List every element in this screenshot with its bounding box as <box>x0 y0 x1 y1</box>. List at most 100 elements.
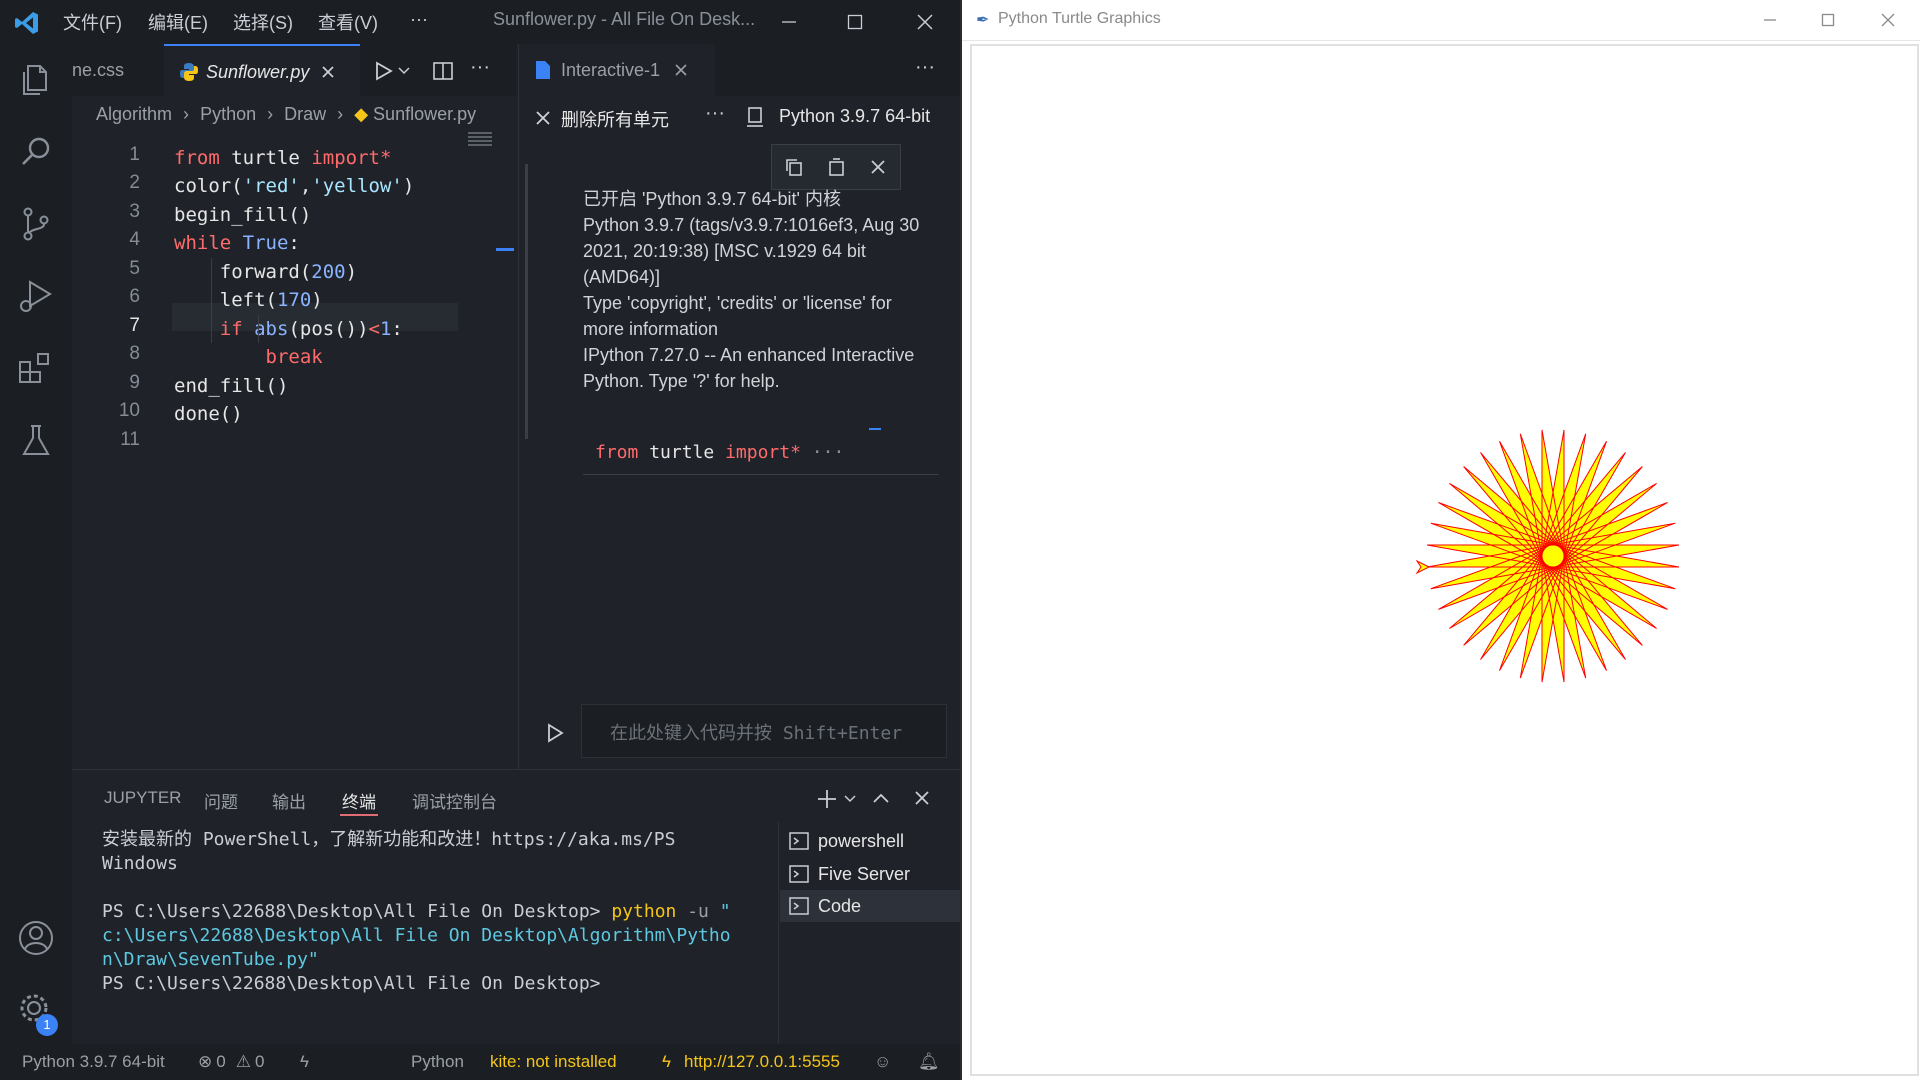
turtle-canvas[interactable] <box>970 44 1919 1076</box>
terminal-item-code[interactable]: Code <box>780 890 960 922</box>
status-bar: Python 3.9.7 64-bit ⊗ 0 ⚠ 0 ϟ Python kite:… <box>0 1044 960 1080</box>
output-line: 2021, 20:19:38) [MSC v.1929 64 bit <box>583 241 866 261</box>
minimize-button[interactable] <box>756 0 822 44</box>
kernel-selector[interactable]: Python 3.9.7 64-bit <box>779 106 930 127</box>
output-line: Python 3.9.7 (tags/v3.9.7:1016ef3, Aug 3… <box>583 215 920 235</box>
line-number: 7 <box>129 315 140 336</box>
minimap[interactable] <box>468 132 492 146</box>
menu-file[interactable]: 文件(F) <box>63 9 122 35</box>
terminal-name: Code <box>818 895 862 916</box>
minimize-icon[interactable] <box>1762 12 1778 28</box>
more-actions-icon[interactable]: ··· <box>470 56 490 79</box>
language-mode[interactable]: Python <box>411 1052 464 1072</box>
testing-icon[interactable] <box>14 418 58 462</box>
terminal-line: n\Draw\SevenTube.py" <box>102 949 319 970</box>
menu-edit[interactable]: 编辑(E) <box>148 9 208 35</box>
notification-badge: 1 <box>36 1014 58 1036</box>
problems-status[interactable]: ⊗ 0 ⚠ 0 <box>198 1052 264 1072</box>
close-panel-icon[interactable] <box>914 790 930 806</box>
code-input[interactable]: 在此处键入代码并按 Shift+Enter <box>581 704 947 758</box>
menu-more[interactable]: ··· <box>410 9 428 30</box>
tab-label: Sunflower.py <box>206 61 310 82</box>
source-control-icon[interactable] <box>14 202 58 246</box>
split-editor-icon[interactable] <box>432 60 454 82</box>
run-icon[interactable] <box>372 60 394 82</box>
tab-ne-css[interactable]: ne.css <box>72 44 162 96</box>
line-number: 4 <box>129 229 140 250</box>
line-number: 9 <box>129 372 140 393</box>
terminal-item-five-server[interactable]: Five Server <box>780 859 960 889</box>
menu-view[interactable]: 查看(V) <box>318 9 378 35</box>
live-server-status[interactable]: http://127.0.0.1:5555 <box>684 1052 840 1072</box>
tab-label: ne.css <box>72 59 125 80</box>
execute-icon[interactable] <box>545 722 565 744</box>
chevron-down-icon[interactable] <box>398 66 410 76</box>
sunflower-star <box>1426 429 1680 683</box>
terminal-icon <box>789 865 809 883</box>
panel-tab-debug-console[interactable]: 调试控制台 <box>412 788 497 813</box>
divider <box>583 474 939 475</box>
copy-icon[interactable] <box>784 157 804 177</box>
maximize-button[interactable] <box>822 0 888 44</box>
menu-selection[interactable]: 选择(S) <box>233 9 293 35</box>
new-terminal-icon[interactable] <box>816 788 838 810</box>
maximize-panel-icon[interactable] <box>872 790 890 806</box>
tab-interactive-1[interactable]: Interactive-1 <box>519 44 715 96</box>
goto-code-icon[interactable] <box>826 157 846 177</box>
prompt: PS C:\Users\22688\Desktop\All File On De… <box>102 901 612 922</box>
panel-tab-problems[interactable]: 问题 <box>204 788 238 813</box>
indent-guide <box>258 315 259 343</box>
code-line: begin_fill() <box>174 204 312 226</box>
scroll-indicator <box>496 248 514 251</box>
close-icon[interactable] <box>1880 12 1896 28</box>
panel-tab-output[interactable]: 输出 <box>272 788 306 813</box>
chevron-right-icon: › <box>267 104 274 124</box>
close-window-button[interactable] <box>892 0 958 44</box>
vscode-logo-icon <box>15 12 38 34</box>
code-line: forward(200) <box>174 261 358 283</box>
code-line: end_fill() <box>174 375 289 397</box>
close-tab-icon[interactable] <box>321 65 335 79</box>
line-number: 5 <box>129 258 140 279</box>
maximize-icon[interactable] <box>1820 12 1836 28</box>
close-tab-icon[interactable] <box>674 63 688 77</box>
search-icon[interactable] <box>14 130 58 174</box>
turtle-window: ✒ Python Turtle Graphics <box>960 0 1920 1080</box>
chevron-right-icon: › <box>183 104 190 124</box>
breadcrumb-item[interactable]: Sunflower.py <box>373 104 476 124</box>
account-icon[interactable] <box>14 916 58 960</box>
explorer-icon[interactable] <box>14 58 58 102</box>
interpreter-status[interactable]: Python 3.9.7 64-bit <box>22 1052 165 1072</box>
more-actions-icon[interactable]: ··· <box>705 102 725 125</box>
lightning-icon[interactable]: ϟ <box>300 1052 309 1072</box>
breadcrumb-item[interactable]: Draw <box>284 104 326 124</box>
code-line: from turtle import* <box>174 147 392 169</box>
line-number: 10 <box>118 400 140 421</box>
clear-all-cells-button[interactable]: 删除所有单元 <box>561 106 669 132</box>
run-debug-icon[interactable] <box>14 274 58 318</box>
terminal-line: Windows <box>102 853 178 874</box>
breadcrumb-item[interactable]: Algorithm <box>96 104 172 124</box>
output-line: more information <box>583 319 719 339</box>
turtle-cursor-icon <box>1415 559 1431 575</box>
feedback-icon[interactable]: ☺ <box>874 1052 891 1072</box>
window-title: Sunflower.py - All File On Desk... <box>493 9 756 29</box>
tab-sunflower-py[interactable]: Sunflower.py <box>164 44 360 98</box>
terminal-line: 安装最新的 PowerShell，了解新功能和改进！https://aka.ms… <box>102 829 676 850</box>
panel-tab-jupyter[interactable]: JUPYTER <box>104 788 181 808</box>
line-number: 6 <box>129 286 140 307</box>
extensions-icon[interactable] <box>14 346 58 390</box>
delete-cell-icon[interactable] <box>870 159 886 175</box>
more-actions-icon[interactable]: ··· <box>915 56 935 79</box>
chevron-down-icon[interactable] <box>844 794 856 804</box>
panel-tab-terminal[interactable]: 终端 <box>342 788 376 813</box>
title-bar: ✒ Python Turtle Graphics <box>962 0 1920 41</box>
terminal-item-powershell[interactable]: powershell <box>780 826 960 856</box>
clear-all-icon[interactable] <box>535 110 551 126</box>
code-cell-preview[interactable]: from turtle import* ··· <box>595 442 844 463</box>
breadcrumb-item[interactable]: Python <box>200 104 256 124</box>
chevron-right-icon: › <box>337 104 344 124</box>
close-icon <box>917 14 933 30</box>
kite-status[interactable]: kite: not installed <box>490 1052 617 1072</box>
bell-icon[interactable]: 🔔︎ <box>918 1052 940 1072</box>
